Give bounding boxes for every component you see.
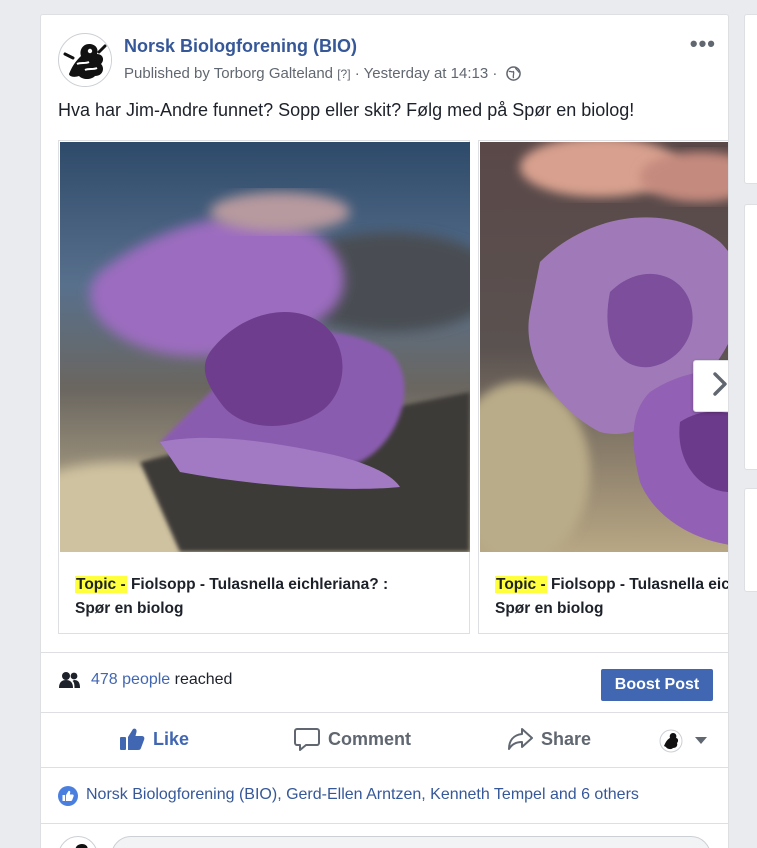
globe-icon[interactable] <box>505 66 521 85</box>
post-timestamp[interactable]: Yesterday at 14:13 <box>364 65 489 82</box>
published-by[interactable]: Published by Torborg Galteland <box>124 65 333 82</box>
post-actions-bar: Like Comment Share <box>41 712 728 768</box>
comment-composer <box>41 823 728 848</box>
reach-row: 478 people reached Boost Post <box>41 652 728 712</box>
reach-suffix: reached <box>170 671 233 688</box>
people-icon <box>59 671 81 694</box>
help-marker[interactable]: [?] <box>337 67 350 81</box>
comment-icon <box>294 728 320 751</box>
post-as-selector[interactable] <box>659 729 707 753</box>
share-icon <box>508 728 533 750</box>
comment-button[interactable]: Comment <box>294 727 411 751</box>
more-options-button[interactable]: ••• <box>690 33 716 55</box>
reactions-row: Norsk Biologforening (BIO), Gerd-Ellen A… <box>41 768 728 824</box>
reactions-summary-link[interactable]: Norsk Biologforening (BIO), Gerd-Ellen A… <box>86 786 639 804</box>
reach-count-link[interactable]: 478 people <box>91 671 170 688</box>
like-label: Like <box>153 728 190 749</box>
card-title: Fiolsopp - Tulasnella eichleriana? : <box>550 576 729 593</box>
post-card: Norsk Biologforening (BIO) Published by … <box>40 14 729 848</box>
card-subtitle: Spør en biolog <box>75 600 184 617</box>
topic-highlight: Topic - <box>495 576 547 593</box>
card-image[interactable] <box>480 142 728 552</box>
card-image[interactable] <box>60 142 470 552</box>
meta-separator: · <box>354 65 360 82</box>
card-caption[interactable]: Topic - Fiolsopp - Tulasnella eichlerian… <box>75 573 455 621</box>
commenter-avatar <box>58 836 98 848</box>
like-button[interactable]: Like <box>119 727 189 751</box>
post-text: Hva har Jim-Andre funnet? Sopp eller ski… <box>58 100 635 120</box>
comment-input[interactable] <box>111 836 711 848</box>
carousel-card[interactable]: Topic - Fiolsopp - Tulasnella eichlerian… <box>58 140 470 634</box>
page-avatar[interactable] <box>58 33 112 87</box>
like-reaction-icon <box>58 786 78 811</box>
comment-label: Comment <box>328 728 412 749</box>
side-card <box>744 14 757 184</box>
thumbs-up-icon <box>120 728 145 750</box>
reach-summary: 478 people reached <box>91 671 232 689</box>
boost-post-button[interactable]: Boost Post <box>601 669 713 701</box>
link-carousel: Topic - Fiolsopp - Tulasnella eichlerian… <box>58 140 729 635</box>
card-title: Fiolsopp - Tulasnella eichleriana? : <box>126 576 389 593</box>
side-card <box>744 488 757 592</box>
share-label: Share <box>541 728 592 749</box>
card-caption[interactable]: Topic - Fiolsopp - Tulasnella eichlerian… <box>495 573 729 621</box>
page-name-link[interactable]: Norsk Biologforening (BIO) <box>124 36 357 57</box>
carousel-next-button[interactable] <box>693 360 728 412</box>
carousel-card[interactable]: Topic - Fiolsopp - Tulasnella eichlerian… <box>478 140 729 634</box>
page-avatar-small-icon <box>659 729 683 753</box>
topic-highlight: Topic - <box>75 576 127 593</box>
chevron-right-icon <box>710 371 728 402</box>
share-button[interactable]: Share <box>507 727 591 751</box>
caret-down-icon <box>695 737 707 744</box>
side-card <box>744 204 757 470</box>
meta-separator: · <box>492 65 498 82</box>
card-subtitle: Spør en biolog <box>495 600 604 617</box>
post-meta: Published by Torborg Galteland [?] · Yes… <box>124 65 521 85</box>
